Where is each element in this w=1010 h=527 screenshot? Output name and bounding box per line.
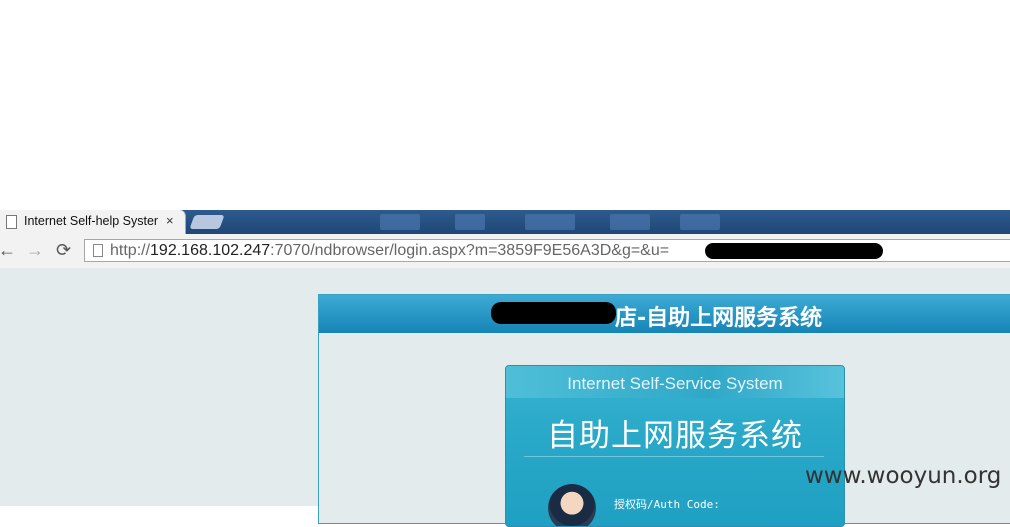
- browser-tab[interactable]: Internet Self-help Syster ×: [0, 210, 186, 234]
- taskbar-ghost: [610, 214, 650, 230]
- panel-header: 店-自助上网服务系统: [319, 295, 1010, 333]
- taskbar-ghost: [380, 214, 420, 230]
- forward-icon[interactable]: →: [26, 240, 44, 261]
- login-box: Internet Self-Service System 自助上网服务系统 授权…: [505, 365, 845, 527]
- url-text: http://192.168.102.247:7070/ndbrowser/lo…: [110, 242, 669, 260]
- watermark: www.wooyun.org: [805, 463, 1002, 489]
- page-icon: [93, 244, 103, 257]
- taskbar-ghost: [455, 214, 485, 230]
- redaction-mark: [705, 243, 883, 259]
- browser-toolbar: ← → ⟳ http://192.168.102.247:7070/ndbrow…: [0, 234, 1010, 269]
- auth-code-label: 授权码/Auth Code:: [614, 498, 720, 511]
- url-host: 192.168.102.247: [150, 242, 271, 259]
- new-tab-button[interactable]: [189, 215, 225, 229]
- url-scheme: http://: [110, 242, 151, 259]
- redaction-mark: [491, 302, 616, 324]
- login-title: 自助上网服务系统: [547, 418, 803, 453]
- url-path: :7070/ndbrowser/login.aspx?m=3859F9E56A3…: [270, 242, 670, 259]
- taskbar-ghost: [525, 214, 575, 230]
- address-bar[interactable]: http://192.168.102.247:7070/ndbrowser/lo…: [84, 239, 1010, 262]
- divider: [524, 456, 824, 457]
- tab-title: Internet Self-help Syster: [24, 214, 159, 228]
- login-subtitle: Internet Self-Service System: [567, 374, 783, 393]
- taskbar-ghost: [680, 214, 720, 230]
- tab-close-icon[interactable]: ×: [166, 213, 174, 228]
- page-icon: [6, 215, 17, 229]
- tab-strip: Internet Self-help Syster ×: [0, 210, 1010, 234]
- back-icon[interactable]: ←: [0, 240, 16, 261]
- page-title: 店-自助上网服务系统: [615, 306, 823, 331]
- reload-icon[interactable]: ⟳: [56, 240, 71, 261]
- main-panel: 店-自助上网服务系统 Internet Self-Service System …: [318, 294, 1010, 527]
